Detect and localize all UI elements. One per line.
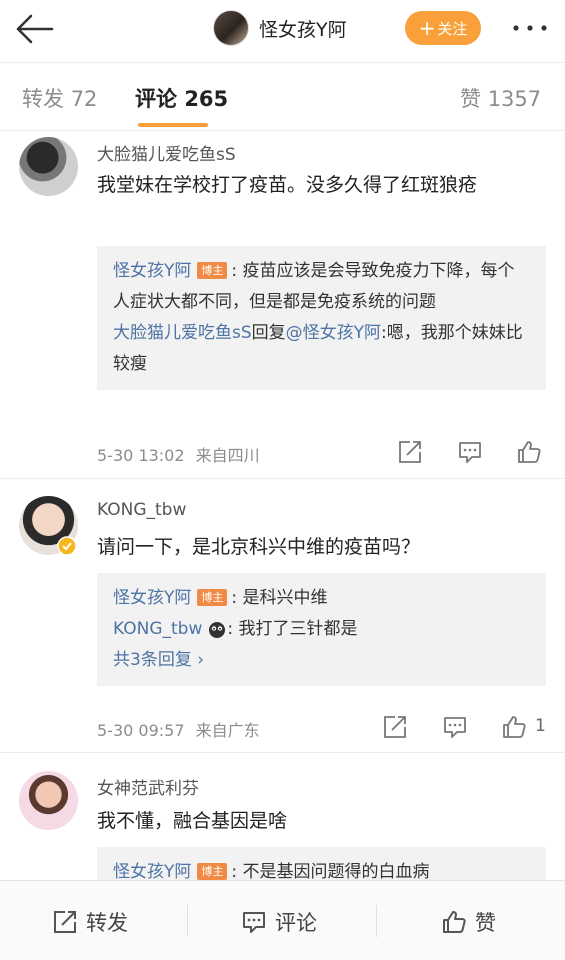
share-icon[interactable] xyxy=(382,714,408,740)
tab-likes[interactable]: 赞 1357 xyxy=(460,83,541,113)
comment-icon[interactable] xyxy=(442,714,468,740)
reply-box[interactable]: 怪女孩Y阿 博主: 疫苗应该是会导致免疫力下降，每个人症状大都不同，但是都是免疫系… xyxy=(97,246,546,390)
author-avatar[interactable] xyxy=(213,10,249,46)
like-label: 赞 xyxy=(475,911,496,935)
more-replies-link[interactable]: 共3条回复 xyxy=(113,650,197,670)
comment-username[interactable]: 大脸猫儿爱吃鱼sS xyxy=(97,140,236,165)
comment-username[interactable]: KONG_tbw xyxy=(97,500,186,520)
reply-line: 怪女孩Y阿 博主: 疫苗应该是会导致免疫力下降，每个人症状大都不同，但是都是免疫系… xyxy=(113,256,530,318)
comment-username[interactable]: 女神范武利芬 xyxy=(97,774,199,799)
reply-author[interactable]: 大脸猫儿爱吃鱼sS xyxy=(113,323,252,343)
more-dots-icon[interactable] xyxy=(510,21,550,35)
reply-connector: 回复 xyxy=(251,323,286,343)
reply-mention[interactable]: @怪女孩Y阿 xyxy=(286,323,381,343)
blogger-badge: 博主 xyxy=(197,262,228,279)
comment-meta: 5-30 09:57 来自广东 xyxy=(97,717,260,741)
like-count: 1 xyxy=(535,716,546,736)
repost-label: 转发 xyxy=(86,911,128,935)
repost-button[interactable]: 转发 xyxy=(52,907,128,937)
reply-text: : 我打了三针都是 xyxy=(227,619,358,639)
like-button[interactable]: 赞 xyxy=(441,907,496,937)
tab-comments[interactable]: 评论 265 xyxy=(135,83,228,113)
reply-text: : 是科兴中维 xyxy=(231,588,328,608)
divider xyxy=(187,905,188,937)
share-icon[interactable] xyxy=(397,439,423,465)
verified-badge-icon xyxy=(57,536,77,556)
blogger-badge: 博主 xyxy=(197,589,228,606)
tab-bar: 转发 72 评论 265 赞 1357 xyxy=(0,63,565,129)
reply-author[interactable]: KONG_tbw xyxy=(113,614,202,645)
back-arrow-icon[interactable] xyxy=(14,12,54,46)
header-title-group[interactable]: 怪女孩Y阿 xyxy=(213,10,347,46)
chevron-right-icon: › xyxy=(197,650,205,670)
reply-text: : 不是基因问题得的白血病 xyxy=(231,862,430,882)
top-bar: 怪女孩Y阿 + 关注 xyxy=(0,0,565,62)
comment-label: 评论 xyxy=(275,911,317,935)
comment-meta: 5-30 13:02 来自四川 xyxy=(97,442,260,466)
plus-icon: + xyxy=(418,16,436,40)
comment-icon[interactable] xyxy=(457,439,483,465)
bottom-action-bar: 转发 评论 赞 xyxy=(0,880,565,960)
comment-time: 5-30 13:02 xyxy=(97,446,185,465)
divider xyxy=(0,130,565,131)
comment-text: 请问一下，是北京科兴中维的疫苗吗？ xyxy=(97,536,421,558)
more-replies-line[interactable]: 共3条回复 › xyxy=(113,645,530,676)
divider xyxy=(0,752,565,753)
repost-icon xyxy=(54,911,76,933)
comment-text: 我堂妹在学校打了疫苗。没多久得了红斑狼疮 xyxy=(97,174,478,196)
avatar[interactable] xyxy=(19,771,78,830)
reply-author[interactable]: 怪女孩Y阿 xyxy=(113,261,191,281)
like-icon[interactable] xyxy=(516,439,542,465)
like-icon xyxy=(443,911,466,933)
reply-line: 大脸猫儿爱吃鱼sS回复@怪女孩Y阿:嗯，我那个妹妹比较瘦 xyxy=(113,318,530,380)
follow-label: 关注 xyxy=(437,19,468,38)
divider xyxy=(376,905,377,937)
active-tab-indicator xyxy=(138,123,208,127)
sob-face-icon xyxy=(209,621,226,638)
reply-line: KONG_tbw : 我打了三针都是 xyxy=(113,614,530,645)
follow-button[interactable]: + 关注 xyxy=(405,11,481,45)
reply-box[interactable]: 怪女孩Y阿 博主: 是科兴中维 KONG_tbw : 我打了三针都是 共3条回复 › xyxy=(97,573,546,686)
reply-line: 怪女孩Y阿 博主: 是科兴中维 xyxy=(113,583,530,614)
like-icon[interactable] xyxy=(501,714,527,740)
comment-icon xyxy=(243,912,265,933)
reply-author[interactable]: 怪女孩Y阿 xyxy=(113,862,191,882)
avatar[interactable] xyxy=(19,137,78,196)
reply-author[interactable]: 怪女孩Y阿 xyxy=(113,588,191,608)
page-title: 怪女孩Y阿 xyxy=(259,18,347,41)
comment-location: 来自广东 xyxy=(195,721,260,740)
comment-text: 我不懂，融合基因是啥 xyxy=(97,810,288,832)
divider xyxy=(0,478,565,479)
comment-button[interactable]: 评论 xyxy=(241,907,317,937)
tab-repost[interactable]: 转发 72 xyxy=(22,83,97,113)
blogger-badge: 博主 xyxy=(197,863,228,880)
comment-location: 来自四川 xyxy=(195,446,260,465)
comment-time: 5-30 09:57 xyxy=(97,721,185,740)
